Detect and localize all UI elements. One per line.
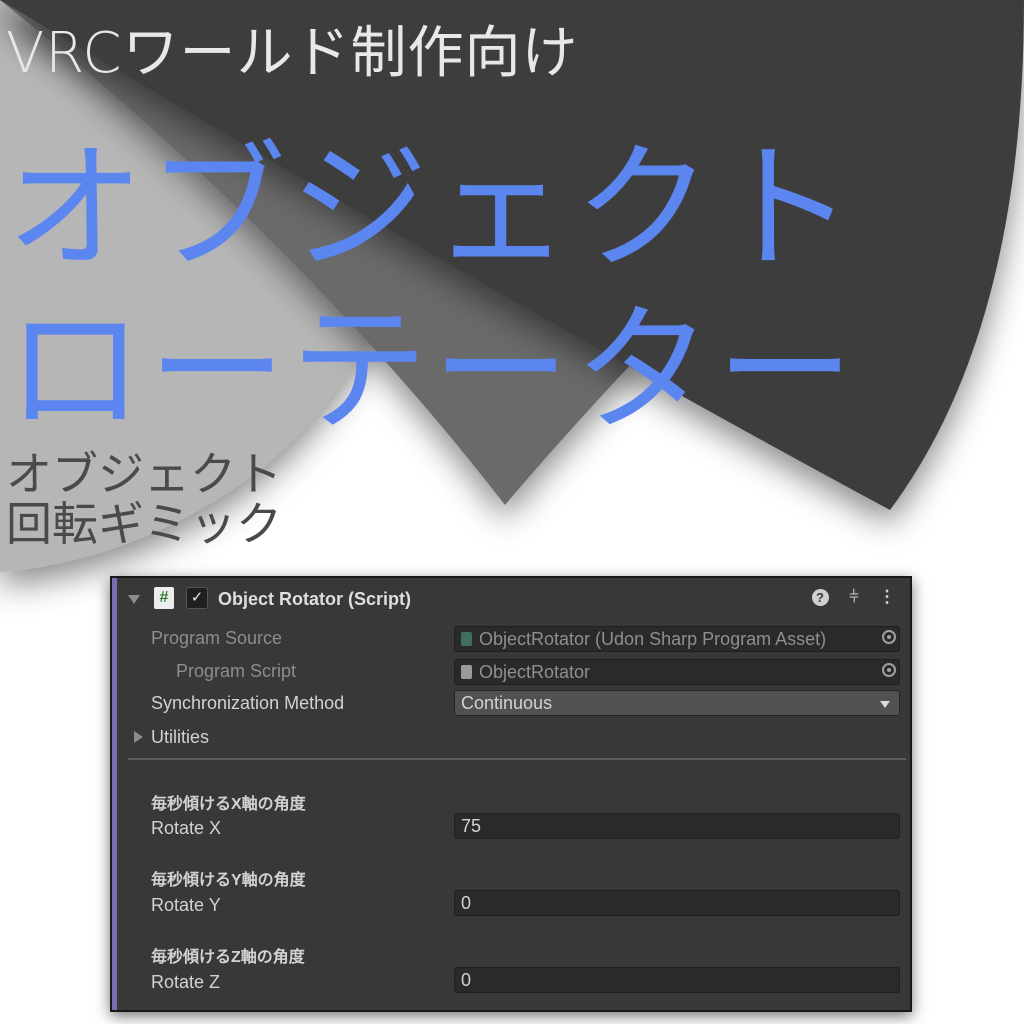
program-script-value: ObjectRotator (479, 662, 591, 682)
sliders-icon[interactable]: ⫩ (843, 586, 865, 608)
rotate-x-input[interactable]: 75 (454, 813, 900, 839)
triangle-down-icon[interactable] (128, 595, 140, 604)
program-source-field[interactable]: ObjectRotator (Udon Sharp Program Asset) (454, 626, 900, 652)
subtitle-line2: 回転ギミック (6, 497, 282, 551)
inspector-panel: # ✓ Object Rotator (Script) ? ⫩ ⋮ Progra… (110, 576, 912, 1012)
rotate-x-label: Rotate X (151, 818, 222, 838)
component-title: Object Rotator (Script) (218, 589, 412, 609)
help-icon[interactable]: ? (809, 586, 831, 608)
program-source-label: Program Source (151, 628, 283, 648)
component-header: # ✓ Object Rotator (Script) ? ⫩ ⋮ (112, 578, 910, 618)
object-picker-icon[interactable] (882, 630, 896, 644)
enabled-checkbox[interactable]: ✓ (186, 587, 208, 609)
rotate-y-label: Rotate Y (151, 895, 221, 915)
program-script-row: Program Script ObjectRotator (112, 657, 910, 687)
title-small: VRCワールド制作向け (6, 21, 579, 86)
section-header-z: 毎秒傾けるZ軸の角度 (151, 949, 305, 966)
utilities-foldout[interactable]: Utilities (112, 723, 910, 751)
triangle-right-icon (134, 731, 143, 743)
separator (128, 758, 906, 760)
program-source-row: Program Source ObjectRotator (Udon Sharp… (112, 624, 910, 654)
section-header-y: 毎秒傾けるY軸の角度 (151, 872, 306, 889)
hash-icon: # (154, 587, 174, 609)
asset-icon (461, 632, 472, 646)
rotate-z-label: Rotate Z (151, 972, 221, 992)
rotate-z-input[interactable]: 0 (454, 967, 900, 993)
sync-method-dropdown[interactable]: Continuous (454, 690, 900, 716)
sync-method-row: Synchronization Method Continuous (112, 689, 910, 719)
script-file-icon (461, 665, 472, 679)
sync-method-value: Continuous (461, 693, 553, 713)
dropdown-arrow-icon (880, 701, 890, 708)
kebab-menu-icon[interactable]: ⋮ (876, 586, 898, 608)
section-header-x: 毎秒傾けるX軸の角度 (151, 796, 306, 813)
program-source-value: ObjectRotator (Udon Sharp Program Asset) (479, 629, 827, 649)
sync-method-label: Synchronization Method (151, 693, 345, 713)
title-big-line2: ローテーター (6, 290, 859, 451)
program-script-field[interactable]: ObjectRotator (454, 659, 900, 685)
rotate-y-input[interactable]: 0 (454, 890, 900, 916)
utilities-label: Utilities (151, 727, 210, 747)
program-script-label: Program Script (176, 661, 297, 681)
object-picker-icon[interactable] (882, 663, 896, 677)
